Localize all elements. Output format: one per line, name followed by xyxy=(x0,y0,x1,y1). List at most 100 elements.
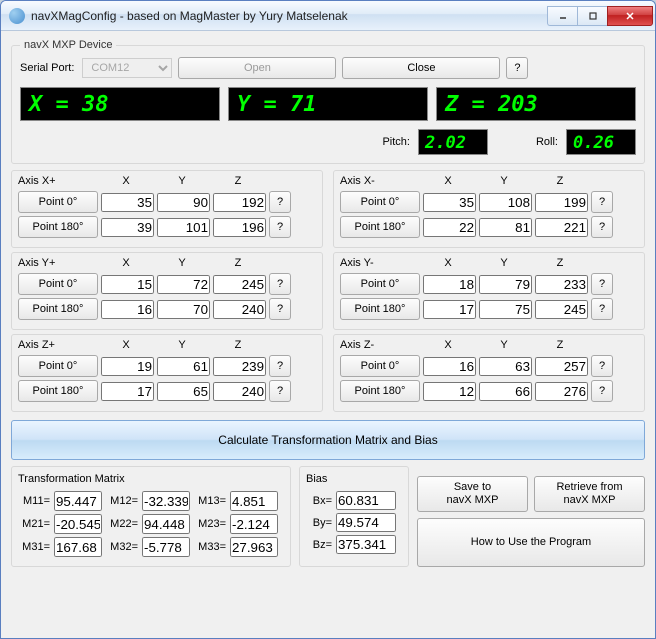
xm-p180-z[interactable] xyxy=(535,218,588,237)
xp-p180-help[interactable]: ? xyxy=(269,216,291,238)
zm-p180-x[interactable] xyxy=(423,382,476,401)
zm-p0-y[interactable] xyxy=(479,357,532,376)
m11-input[interactable] xyxy=(54,491,102,511)
device-help-button[interactable]: ? xyxy=(506,57,528,79)
serial-port-label: Serial Port: xyxy=(20,62,74,74)
yp-p180-z[interactable] xyxy=(213,300,266,319)
zm-p180-help[interactable]: ? xyxy=(591,380,613,402)
zp-p0-y[interactable] xyxy=(157,357,210,376)
m13-input[interactable] xyxy=(230,491,278,511)
xm-point0-button[interactable]: Point 0° xyxy=(340,191,420,213)
ym-p180-z[interactable] xyxy=(535,300,588,319)
xp-point0-button[interactable]: Point 0° xyxy=(18,191,98,213)
action-buttons: Save to navX MXP Retrieve from navX MXP … xyxy=(417,466,645,567)
zp-point0-button[interactable]: Point 0° xyxy=(18,355,98,377)
axis-zp-label: Axis Z+ xyxy=(18,339,98,351)
xp-p0-z[interactable] xyxy=(213,193,266,212)
yp-point180-button[interactable]: Point 180° xyxy=(18,298,98,320)
ym-point180-button[interactable]: Point 180° xyxy=(340,298,420,320)
m21-input[interactable] xyxy=(54,514,102,534)
roll-label: Roll: xyxy=(536,136,558,148)
yp-p0-x[interactable] xyxy=(101,275,154,294)
close-button[interactable]: Close xyxy=(342,57,500,79)
zm-p180-y[interactable] xyxy=(479,382,532,401)
zp-p180-z[interactable] xyxy=(213,382,266,401)
zp-p0-help[interactable]: ? xyxy=(269,355,291,377)
ym-p180-x[interactable] xyxy=(423,300,476,319)
yp-point0-button[interactable]: Point 0° xyxy=(18,273,98,295)
xp-p180-z[interactable] xyxy=(213,218,266,237)
matrix-legend: Transformation Matrix xyxy=(18,473,284,485)
ym-p0-y[interactable] xyxy=(479,275,532,294)
zm-point180-button[interactable]: Point 180° xyxy=(340,380,420,402)
zp-p0-z[interactable] xyxy=(213,357,266,376)
yp-p0-help[interactable]: ? xyxy=(269,273,291,295)
maximize-button[interactable] xyxy=(577,6,607,26)
ym-p0-z[interactable] xyxy=(535,275,588,294)
zp-p0-x[interactable] xyxy=(101,357,154,376)
xp-p180-y[interactable] xyxy=(157,218,210,237)
app-icon xyxy=(9,8,25,24)
ym-p180-help[interactable]: ? xyxy=(591,298,613,320)
xm-p0-z[interactable] xyxy=(535,193,588,212)
zp-point180-button[interactable]: Point 180° xyxy=(18,380,98,402)
by-input[interactable] xyxy=(336,513,396,532)
yp-p0-z[interactable] xyxy=(213,275,266,294)
m32-input[interactable] xyxy=(142,537,190,557)
minimize-button[interactable] xyxy=(547,6,577,26)
bias-group: Bias Bx= By= Bz= xyxy=(299,466,409,567)
xp-p180-x[interactable] xyxy=(101,218,154,237)
xp-p0-y[interactable] xyxy=(157,193,210,212)
zm-point0-button[interactable]: Point 0° xyxy=(340,355,420,377)
retrieve-button[interactable]: Retrieve from navX MXP xyxy=(534,476,645,512)
zp-p180-x[interactable] xyxy=(101,382,154,401)
yp-p180-y[interactable] xyxy=(157,300,210,319)
serial-port-select[interactable]: COM12 xyxy=(82,58,172,78)
howto-button[interactable]: How to Use the Program xyxy=(417,518,645,567)
xp-p0-help[interactable]: ? xyxy=(269,191,291,213)
m33-input[interactable] xyxy=(230,537,278,557)
bx-input[interactable] xyxy=(336,491,396,510)
zm-p0-x[interactable] xyxy=(423,357,476,376)
bz-input[interactable] xyxy=(336,535,396,554)
axis-zm-label: Axis Z- xyxy=(340,339,420,351)
readout-y: Y = 71 xyxy=(228,87,428,121)
axis-zm-group: Axis Z-XYZ Point 0°? Point 180°? xyxy=(333,334,645,412)
save-button[interactable]: Save to navX MXP xyxy=(417,476,528,512)
calculate-button[interactable]: Calculate Transformation Matrix and Bias xyxy=(11,420,645,460)
zp-p180-y[interactable] xyxy=(157,382,210,401)
ym-p0-x[interactable] xyxy=(423,275,476,294)
titlebar[interactable]: navXMagConfig - based on MagMaster by Yu… xyxy=(1,1,655,31)
m31-input[interactable] xyxy=(54,537,102,557)
m12-input[interactable] xyxy=(142,491,190,511)
xp-point180-button[interactable]: Point 180° xyxy=(18,216,98,238)
yp-p0-y[interactable] xyxy=(157,275,210,294)
close-window-button[interactable] xyxy=(607,6,653,26)
matrix-group: Transformation Matrix M11= M12= M13= M21… xyxy=(11,466,291,567)
yp-p180-help[interactable]: ? xyxy=(269,298,291,320)
m22-input[interactable] xyxy=(142,514,190,534)
xm-p180-x[interactable] xyxy=(423,218,476,237)
zm-p0-z[interactable] xyxy=(535,357,588,376)
zm-p180-z[interactable] xyxy=(535,382,588,401)
xm-p0-x[interactable] xyxy=(423,193,476,212)
xm-point180-button[interactable]: Point 180° xyxy=(340,216,420,238)
open-button[interactable]: Open xyxy=(178,57,336,79)
axis-yp-group: Axis Y+XYZ Point 0°? Point 180°? xyxy=(11,252,323,330)
xp-p0-x[interactable] xyxy=(101,193,154,212)
xm-p180-help[interactable]: ? xyxy=(591,216,613,238)
window-title: navXMagConfig - based on MagMaster by Yu… xyxy=(31,9,547,23)
device-legend: navX MXP Device xyxy=(20,39,116,51)
zp-p180-help[interactable]: ? xyxy=(269,380,291,402)
zm-p0-help[interactable]: ? xyxy=(591,355,613,377)
xm-p180-y[interactable] xyxy=(479,218,532,237)
m23-input[interactable] xyxy=(230,514,278,534)
roll-value: 0.26 xyxy=(566,129,636,155)
ym-p0-help[interactable]: ? xyxy=(591,273,613,295)
xm-p0-y[interactable] xyxy=(479,193,532,212)
ym-p180-y[interactable] xyxy=(479,300,532,319)
ym-point0-button[interactable]: Point 0° xyxy=(340,273,420,295)
xm-p0-help[interactable]: ? xyxy=(591,191,613,213)
axis-xp-label: Axis X+ xyxy=(18,175,98,187)
yp-p180-x[interactable] xyxy=(101,300,154,319)
